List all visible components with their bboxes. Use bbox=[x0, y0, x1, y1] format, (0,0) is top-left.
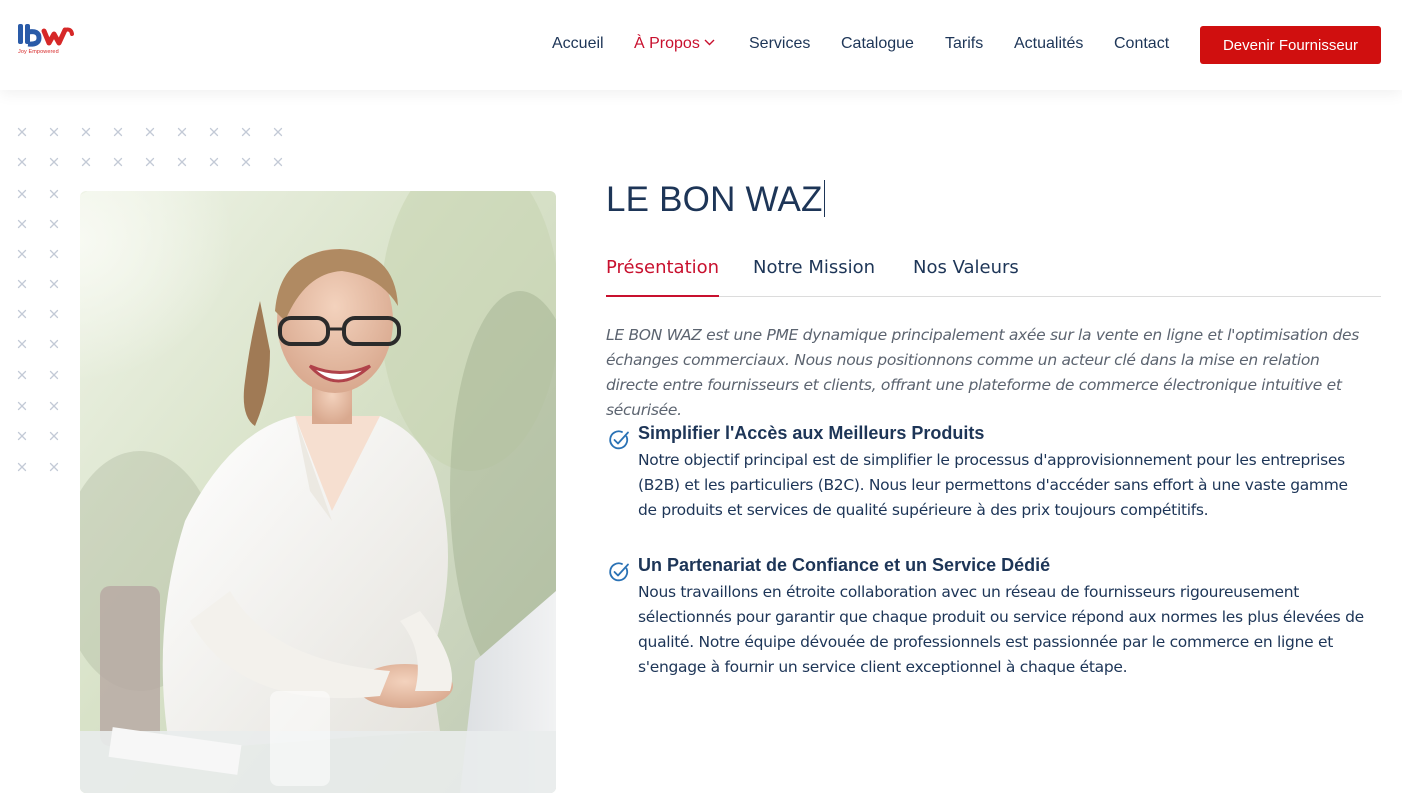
woman-smiling-image bbox=[80, 191, 556, 793]
become-supplier-button[interactable]: Devenir Fournisseur bbox=[1200, 26, 1381, 64]
tab-presentation[interactable]: Présentation bbox=[606, 256, 720, 297]
team-photo bbox=[80, 191, 556, 793]
feature-title: Simplifier l'Accès aux Meilleurs Produit… bbox=[638, 423, 985, 443]
about-tabs: Présentation Notre Mission Nos Valeurs bbox=[606, 256, 1381, 297]
site-logo[interactable]: Joy Empowered bbox=[17, 22, 77, 58]
check-circle-icon bbox=[609, 562, 629, 582]
check-circle-icon bbox=[609, 430, 629, 450]
chevron-down-icon bbox=[704, 39, 715, 46]
nav-services[interactable]: Services bbox=[749, 34, 810, 54]
nav-accueil[interactable]: Accueil bbox=[552, 34, 604, 54]
feature-title: Un Partenariat de Confiance et un Servic… bbox=[638, 555, 1051, 575]
feature-text: Notre objectif principal est de simplifi… bbox=[638, 451, 1348, 519]
logo-mark bbox=[18, 24, 74, 47]
logo-tagline: Joy Empowered bbox=[18, 49, 59, 55]
nav-a-propos[interactable]: À Propos bbox=[634, 34, 715, 54]
tab-nos-valeurs[interactable]: Nos Valeurs bbox=[913, 256, 1019, 297]
nav-tarifs[interactable]: Tarifs bbox=[945, 34, 983, 54]
page-title-text: LE BON WAZ bbox=[606, 180, 823, 219]
feature-text: Nous travaillons en étroite collaboratio… bbox=[638, 583, 1364, 676]
feature-item: Simplifier l'Accès aux Meilleurs Produit… bbox=[606, 423, 1376, 523]
page-title: LE BON WAZ bbox=[606, 180, 826, 220]
nav-a-propos-label: À Propos bbox=[634, 35, 700, 52]
text-caret bbox=[823, 180, 826, 217]
nav-actualites[interactable]: Actualités bbox=[1014, 34, 1083, 54]
site-header: Joy Empowered Accueil À Propos Services … bbox=[0, 0, 1402, 90]
feature-item: Un Partenariat de Confiance et un Servic… bbox=[606, 555, 1376, 685]
tab-notre-mission[interactable]: Notre Mission bbox=[753, 256, 875, 297]
intro-paragraph: LE BON WAZ est une PME dynamique princip… bbox=[606, 326, 1360, 419]
nav-catalogue[interactable]: Catalogue bbox=[841, 34, 914, 54]
nav-contact[interactable]: Contact bbox=[1114, 34, 1169, 54]
